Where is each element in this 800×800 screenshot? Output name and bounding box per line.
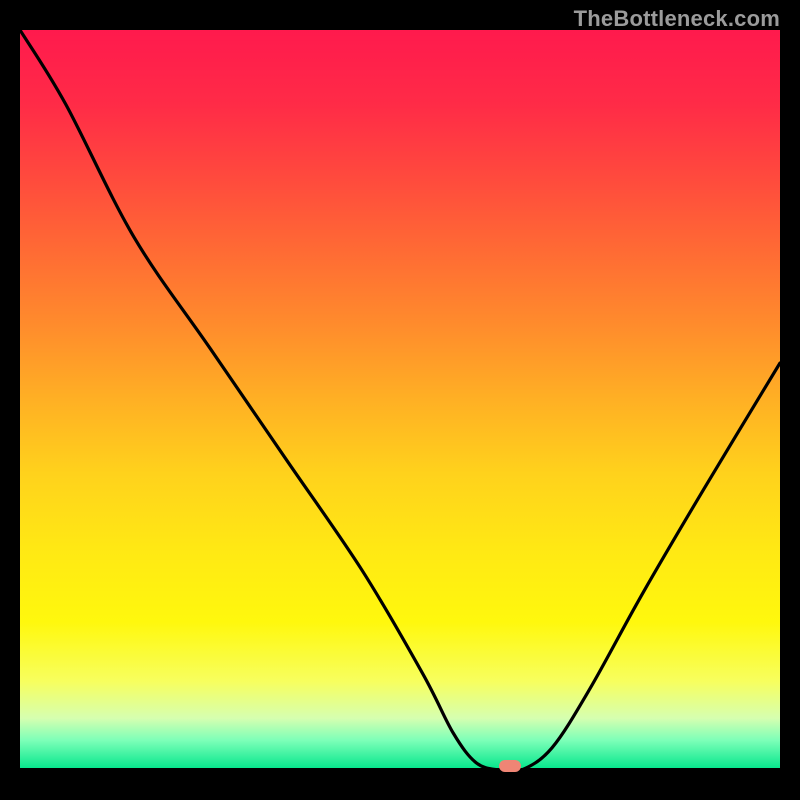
chart-frame: TheBottleneck.com (0, 0, 800, 800)
watermark-text: TheBottleneck.com (574, 6, 780, 32)
optimal-point-marker (499, 760, 521, 772)
curve-svg (20, 30, 780, 770)
bottleneck-curve (20, 30, 780, 770)
